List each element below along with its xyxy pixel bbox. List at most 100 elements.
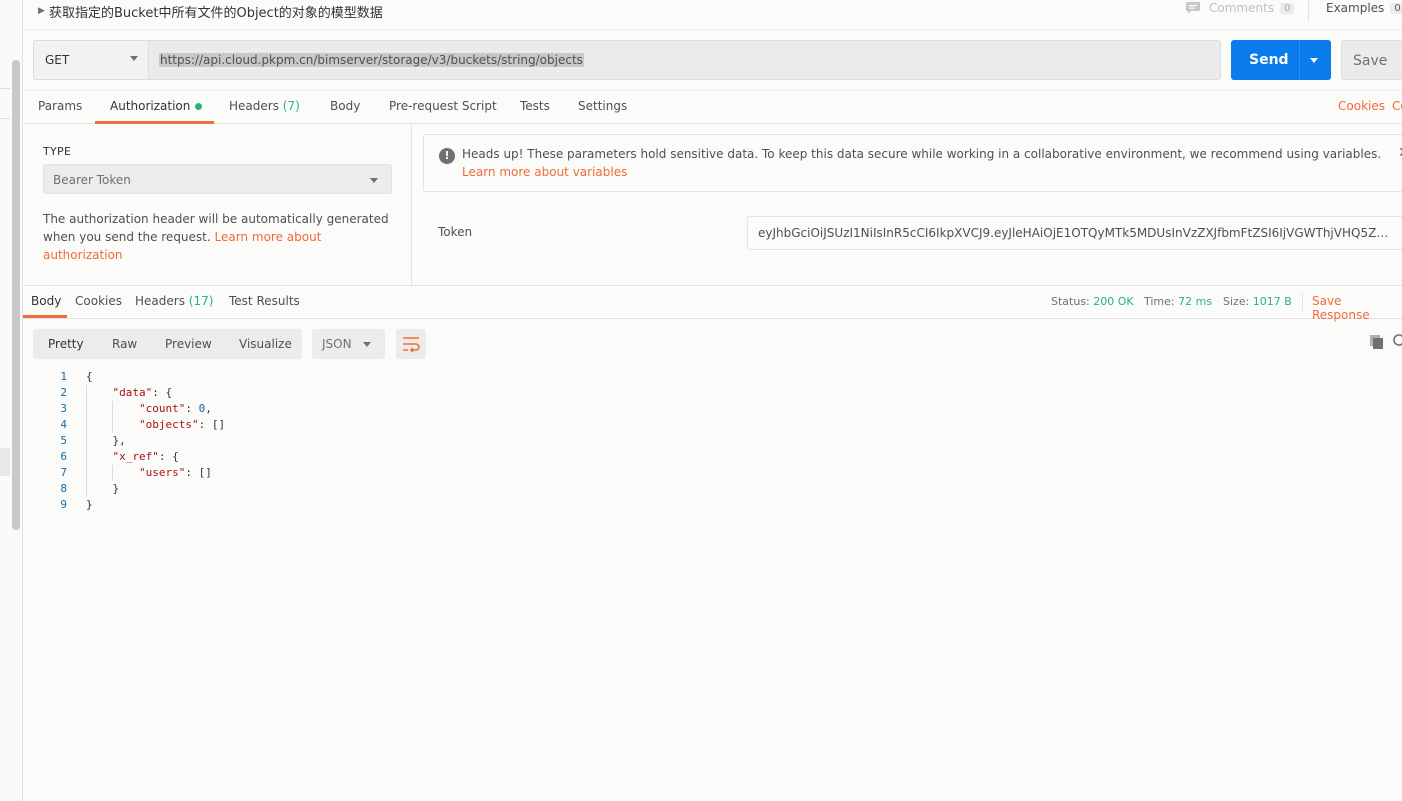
search-icon[interactable] [1391,333,1402,349]
response-tabs: Body Cookies Headers (17) Test Results S… [23,287,1402,322]
collapse-caret-icon[interactable]: ▶ [38,6,45,16]
copy-icon[interactable] [1369,334,1385,350]
wrap-lines-icon [403,337,420,353]
code-line: 5 }, [23,433,1402,449]
response-tab-headers[interactable]: Headers (17) [135,294,213,308]
response-status: Status: 200 OK [1051,295,1134,308]
response-tab-cookies[interactable]: Cookies [75,294,122,308]
line-number: 5 [60,434,67,447]
code-line: 4 "objects": [] [23,417,1402,433]
tab-tests[interactable]: Tests [520,99,550,113]
line-number: 7 [60,466,67,479]
title-divider [1308,0,1309,22]
view-mode-raw[interactable]: Raw [112,337,137,351]
sidebar-selected-item[interactable] [0,448,10,476]
request-tabs: Params Authorization Headers (7) Body Pr… [23,90,1402,124]
cookies-link[interactable]: Cookies [1338,99,1385,113]
response-time: Time: 72 ms [1144,295,1212,308]
response-size: Size: 1017 B [1223,295,1292,308]
indent-guide [112,465,113,481]
tab-settings[interactable]: Settings [578,99,627,113]
tab-settings-label: Settings [578,99,628,113]
code-text: }, [86,434,126,447]
wrap-lines-button[interactable] [396,329,426,359]
code-text: { [86,370,93,383]
method-select[interactable]: GET [33,40,149,80]
auth-type-section: TYPE Bearer Token The authorization head… [23,124,412,286]
indent-guide [112,401,113,433]
sensitive-data-notice: ! Heads up! These parameters hold sensit… [423,134,1402,192]
indent-guide [86,385,87,497]
tab-params[interactable]: Params [38,99,82,113]
status-value: 200 OK [1093,295,1134,308]
examples-button[interactable]: Examples 0 [1326,1,1402,15]
code-text: } [86,482,120,495]
send-button[interactable]: Send [1231,40,1331,80]
sidebar-scrollbar[interactable] [12,60,20,530]
view-mode-visualize[interactable]: Visualize [239,337,292,351]
request-title[interactable]: 获取指定的Bucket中所有文件的Object的对象的模型数据 [49,2,383,21]
examples-label: Examples [1326,1,1385,15]
code-line: 3 "count": 0, [23,401,1402,417]
tab-headers-label: Headers [229,99,279,113]
code-text: } [86,498,93,511]
token-value: eyJhbGciOiJSUzI1NiIsInR5cCI6IkpXVCJ9.eyJ… [758,226,1393,240]
chevron-down-icon [363,342,371,347]
response-tab-body[interactable]: Body [31,294,61,308]
size-value: 1017 B [1252,295,1292,308]
format-select[interactable]: JSON [312,329,385,359]
notice-text: Heads up! These parameters hold sensitiv… [462,147,1382,161]
code-line: 2 "data": { [23,385,1402,401]
save-button[interactable]: Save [1341,40,1402,80]
code-line: 1{ [23,369,1402,385]
status-dot-icon [195,103,203,110]
comment-icon [1186,2,1200,14]
line-number: 9 [60,498,67,511]
comments-button[interactable]: Comments 0 [1185,1,1295,15]
notice-message: Heads up! These parameters hold sensitiv… [462,145,1392,181]
tab-pre-request-script[interactable]: Pre-request Script [389,99,497,113]
tab-authorization-label: Authorization [110,99,191,113]
status-divider [1302,293,1303,311]
tab-authorization[interactable]: Authorization [110,99,203,113]
close-icon[interactable]: ✕ [1398,145,1402,161]
code-link[interactable]: Co [1392,99,1402,113]
auth-type-select[interactable]: Bearer Token [43,164,392,194]
line-number: 2 [60,386,67,399]
response-tab-test-results[interactable]: Test Results [229,294,300,308]
learn-more-variables-link[interactable]: Learn more about variables [462,165,627,179]
url-input[interactable]: https://api.cloud.pkpm.cn/bimserver/stor… [149,40,1221,80]
tab-body[interactable]: Body [330,99,360,113]
chevron-down-icon [370,178,378,183]
token-input[interactable]: eyJhbGciOiJSUzI1NiIsInR5cCI6IkpXVCJ9.eyJ… [747,216,1402,250]
line-number: 8 [60,482,67,495]
code-text: "objects": [] [138,418,226,431]
send-label: Send [1249,52,1289,68]
tab-params-label: Params [38,99,83,113]
view-mode-preview[interactable]: Preview [165,337,212,351]
time-label: Time: [1144,295,1175,308]
token-label: Token [438,225,473,239]
code-line: 8 } [23,481,1402,497]
tab-tests-label: Tests [520,99,550,113]
active-response-tab-underline [23,315,67,318]
url-row: GET https://api.cloud.pkpm.cn/bimserver/… [33,40,1402,80]
chevron-down-icon [130,56,138,61]
tab-headers-count: (7) [282,99,300,113]
comments-label: Comments [1209,1,1275,15]
comments-count: 0 [1280,2,1295,14]
code-line: 6 "x_ref": { [23,449,1402,465]
save-response-button[interactable]: Save Response [1312,294,1402,322]
line-number: 6 [60,450,67,463]
tab-headers[interactable]: Headers (7) [229,99,300,113]
warning-icon: ! [439,148,455,164]
line-number: 4 [60,418,67,431]
send-options-chevron-icon[interactable] [1310,58,1318,63]
auth-description: The authorization header will be automat… [43,210,393,264]
view-mode-pretty[interactable]: Pretty [48,337,84,351]
response-tab-headers-label: Headers [135,294,185,308]
response-tab-headers-count: (17) [188,294,214,308]
request-workspace: ▶ 获取指定的Bucket中所有文件的Object的对象的模型数据 Commen… [23,0,1402,801]
auth-type-value: Bearer Token [53,173,131,187]
line-number: 3 [60,402,67,415]
